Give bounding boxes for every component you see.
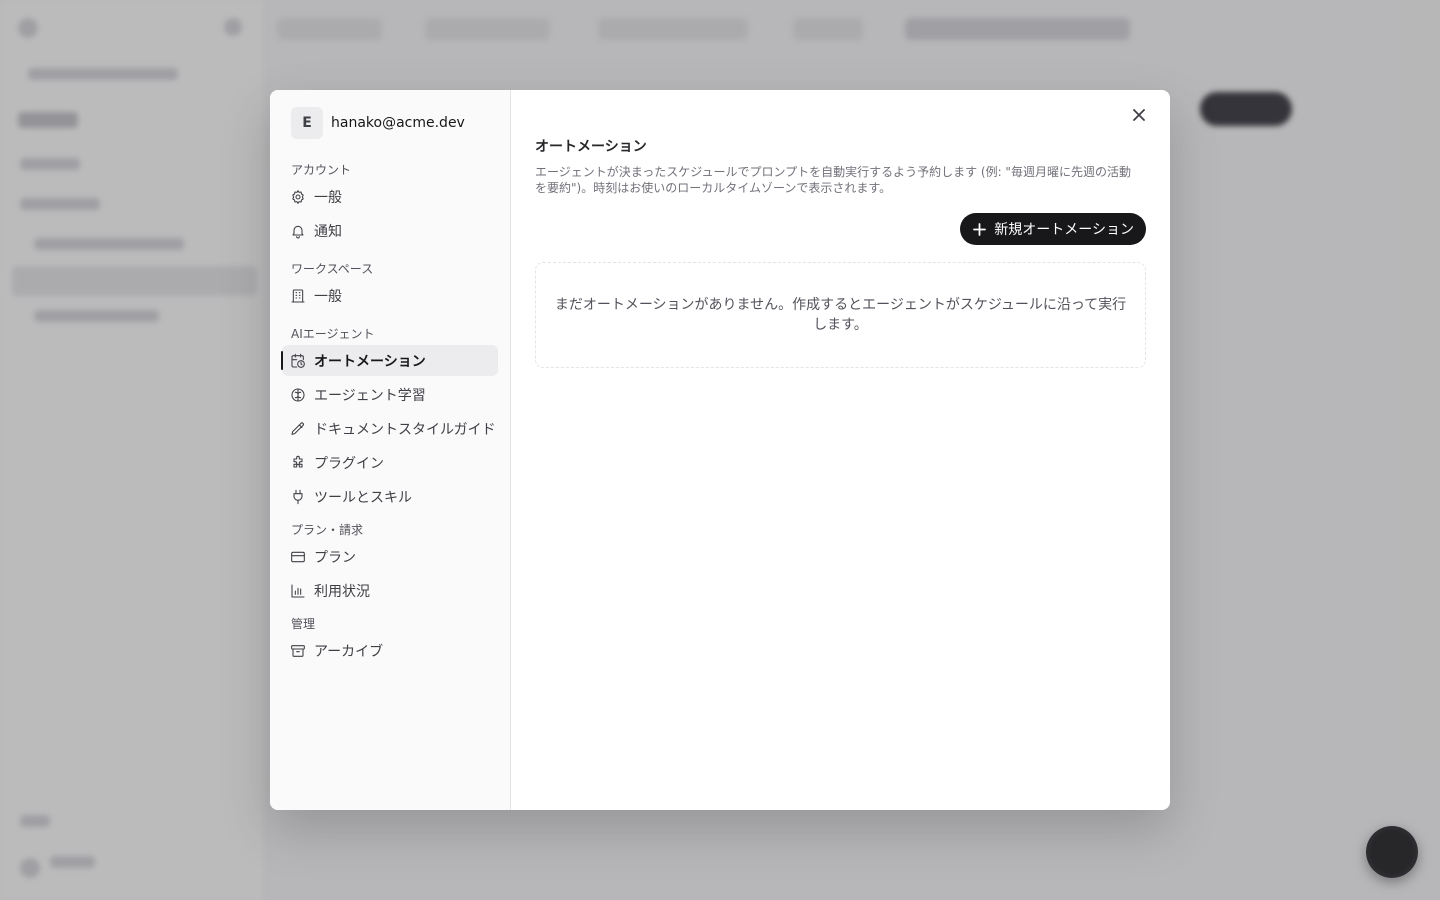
nav-item-usage[interactable]: 利用状況 bbox=[282, 575, 498, 606]
help-fab-button[interactable] bbox=[1366, 826, 1418, 878]
nav-item-label: プラグイン bbox=[314, 455, 384, 472]
avatar: E bbox=[291, 106, 323, 139]
settings-modal: E hanako@acme.dev アカウント 一般 通知 ワークスペース 一般… bbox=[270, 90, 1170, 810]
bar-chart-icon bbox=[290, 583, 306, 599]
settings-nav: E hanako@acme.dev アカウント 一般 通知 ワークスペース 一般… bbox=[270, 90, 511, 810]
nav-group-plan-billing: プラン・請求 bbox=[291, 523, 364, 537]
user-header: E hanako@acme.dev bbox=[282, 106, 498, 139]
nav-item-label: 一般 bbox=[314, 288, 342, 305]
pen-icon bbox=[290, 421, 306, 437]
nav-item-label: ツールとスキル bbox=[314, 489, 412, 506]
user-email: hanako@acme.dev bbox=[331, 114, 465, 131]
empty-state-text: まだオートメーションがありません。作成するとエージェントがスケジュールに沿って実… bbox=[554, 297, 1127, 333]
nav-item-label: 利用状況 bbox=[314, 583, 370, 600]
nav-group-admin: 管理 bbox=[291, 617, 316, 631]
nav-group-account: アカウント bbox=[291, 163, 352, 177]
nav-item-workspace-general[interactable]: 一般 bbox=[282, 280, 498, 311]
page-title: オートメーション bbox=[535, 139, 647, 155]
plug-icon bbox=[290, 489, 306, 505]
nav-item-account-general[interactable]: 一般 bbox=[282, 181, 498, 212]
nav-item-archive[interactable]: アーカイブ bbox=[282, 635, 498, 666]
nav-item-doc-style-guide[interactable]: ドキュメントスタイルガイド bbox=[282, 413, 498, 444]
building-icon bbox=[290, 288, 306, 304]
nav-item-agent-learning[interactable]: エージェント学習 bbox=[282, 379, 498, 410]
nav-item-label: アーカイブ bbox=[314, 643, 384, 660]
nav-item-tools-skills[interactable]: ツールとスキル bbox=[282, 481, 498, 512]
puzzle-icon bbox=[290, 455, 306, 471]
nav-item-plugins[interactable]: プラグイン bbox=[282, 447, 498, 478]
bell-icon bbox=[290, 223, 306, 239]
page-description: エージェントが決まったスケジュールでプロンプトを自動実行するよう予約します (例… bbox=[535, 165, 1131, 195]
nav-item-label: エージェント学習 bbox=[314, 387, 426, 404]
close-icon bbox=[1133, 109, 1145, 121]
nav-item-label: ドキュメントスタイルガイド bbox=[314, 421, 496, 438]
close-button[interactable] bbox=[1128, 104, 1150, 126]
nav-item-plan[interactable]: プラン bbox=[282, 541, 498, 572]
new-automation-label: 新規オートメーション bbox=[994, 221, 1134, 237]
nav-item-automation[interactable]: オートメーション bbox=[281, 345, 498, 376]
credit-card-icon bbox=[290, 549, 306, 565]
calendar-clock-icon bbox=[290, 353, 306, 369]
nav-item-label: 通知 bbox=[314, 223, 342, 240]
archive-icon bbox=[290, 643, 306, 659]
nav-group-ai-agent: AIエージェント bbox=[291, 327, 375, 341]
toolbar: 新規オートメーション bbox=[535, 213, 1146, 245]
brain-icon bbox=[290, 387, 306, 403]
settings-content: オートメーション エージェントが決まったスケジュールでプロンプトを自動実行するよ… bbox=[511, 90, 1170, 810]
new-automation-button[interactable]: 新規オートメーション bbox=[960, 213, 1146, 245]
nav-item-label: 一般 bbox=[314, 189, 342, 206]
nav-item-label: プラン bbox=[314, 549, 356, 566]
nav-group-workspace: ワークスペース bbox=[291, 262, 374, 276]
nav-item-label: オートメーション bbox=[314, 353, 426, 370]
gear-icon bbox=[290, 189, 306, 205]
empty-state: まだオートメーションがありません。作成するとエージェントがスケジュールに沿って実… bbox=[535, 262, 1146, 368]
nav-item-notifications[interactable]: 通知 bbox=[282, 215, 498, 246]
plus-icon bbox=[973, 222, 987, 236]
